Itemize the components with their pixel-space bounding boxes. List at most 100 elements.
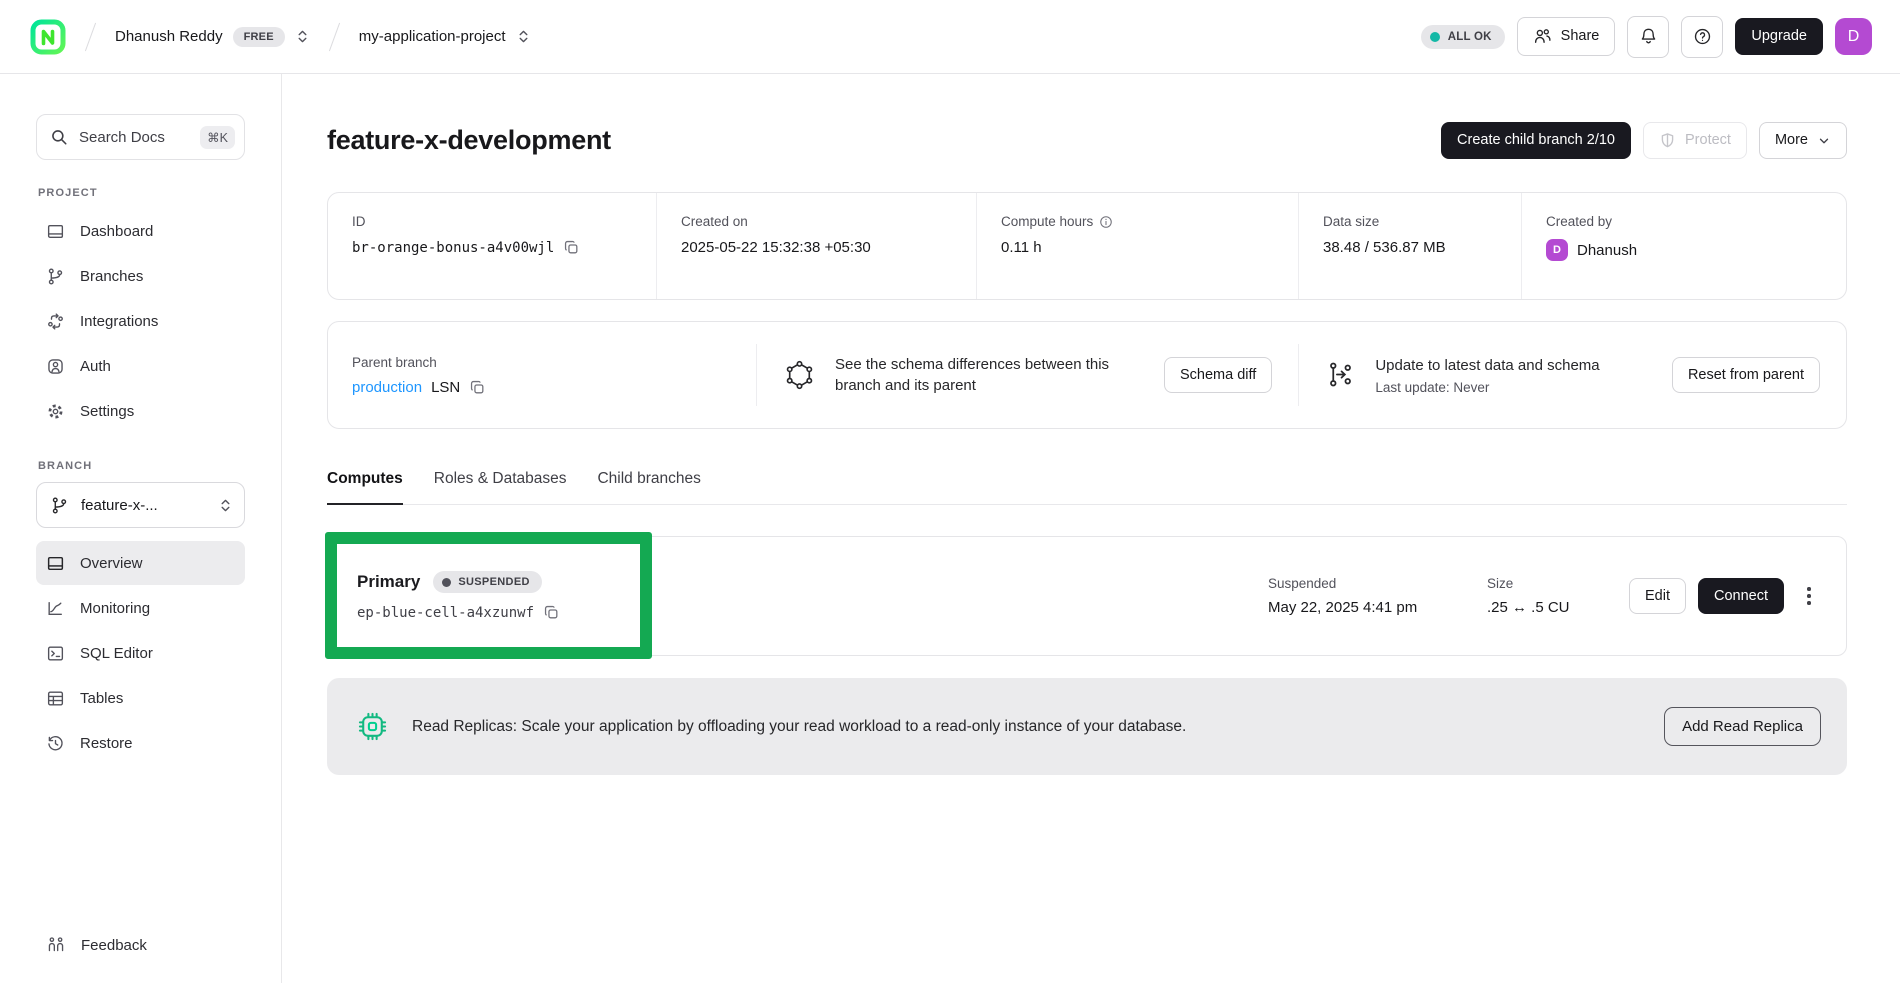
tab-computes[interactable]: Computes — [327, 470, 403, 504]
sidebar-item-auth[interactable]: Auth — [36, 344, 245, 388]
compute-size-block: Size .25 ↔ .5 CU — [1487, 576, 1595, 616]
sidebar-item-label: Auth — [80, 358, 111, 375]
org-switcher[interactable]: Dhanush Reddy FREE — [115, 27, 310, 47]
project-switcher[interactable]: my-application-project — [359, 28, 531, 45]
feedback-icon — [46, 935, 66, 955]
copy-icon[interactable] — [543, 604, 560, 621]
git-branch-icon — [50, 496, 69, 515]
notifications-button[interactable] — [1627, 16, 1669, 58]
schema-icon — [783, 359, 816, 392]
compute-status-badge: SUSPENDED — [433, 571, 541, 593]
chevron-updown-icon — [218, 498, 233, 513]
schema-diff-description: See the schema differences between this … — [835, 354, 1145, 397]
sidebar-item-integrations[interactable]: Integrations — [36, 299, 245, 343]
chevron-updown-icon — [516, 29, 531, 44]
git-branch-icon — [46, 267, 65, 286]
meta-created-on: Created on 2025-05-22 15:32:38 +05:30 — [656, 193, 976, 299]
created-on-label: Created on — [681, 214, 952, 229]
sidebar-item-label: SQL Editor — [80, 645, 153, 662]
user-avatar[interactable]: D — [1835, 18, 1872, 55]
update-icon — [1325, 359, 1356, 390]
edit-button[interactable]: Edit — [1629, 578, 1686, 615]
sidebar-item-overview[interactable]: Overview — [36, 541, 245, 585]
upgrade-button[interactable]: Upgrade — [1735, 18, 1823, 55]
reset-from-parent-button[interactable]: Reset from parent — [1672, 357, 1820, 394]
status-badge[interactable]: ALL OK — [1421, 25, 1505, 49]
sidebar-item-feedback[interactable]: Feedback — [46, 935, 147, 955]
compute-row: Primary SUSPENDED ep-blue-cell-a4xzunwf — [327, 536, 1847, 656]
branch-id-value: br-orange-bonus-a4v00wjl — [352, 240, 554, 256]
sidebar-item-label: Tables — [80, 690, 123, 707]
parent-branch-link[interactable]: production — [352, 379, 422, 396]
data-size-label: Data size — [1323, 214, 1497, 229]
neon-logo[interactable] — [30, 19, 66, 55]
compute-menu-button[interactable] — [1796, 579, 1822, 613]
sidebar-item-restore[interactable]: Restore — [36, 721, 245, 765]
read-replicas-banner: Read Replicas: Scale your application by… — [327, 678, 1847, 775]
lsn-label: LSN — [431, 379, 460, 396]
gear-icon — [46, 402, 65, 421]
created-on-value: 2025-05-22 15:32:38 +05:30 — [681, 239, 952, 256]
feedback-label: Feedback — [81, 937, 147, 954]
sidebar-item-label: Overview — [80, 555, 143, 572]
meta-compute-hours: Compute hours 0.11 h — [976, 193, 1298, 299]
sidebar-item-dashboard[interactable]: Dashboard — [36, 209, 245, 253]
sidebar-item-monitoring[interactable]: Monitoring — [36, 586, 245, 630]
share-button[interactable]: Share — [1517, 17, 1616, 56]
more-button[interactable]: More — [1759, 122, 1847, 159]
create-child-branch-button[interactable]: Create child branch 2/10 — [1441, 122, 1631, 159]
chevron-updown-icon — [295, 29, 310, 44]
add-read-replica-button[interactable]: Add Read Replica — [1664, 707, 1821, 746]
breadcrumb-separator — [85, 22, 96, 51]
created-by-label: Created by — [1546, 214, 1822, 229]
compute-name: Primary — [357, 572, 420, 592]
compute-suspended-block: Suspended May 22, 2025 4:41 pm — [1268, 576, 1453, 616]
search-shortcut: ⌘K — [200, 126, 235, 149]
bell-icon — [1639, 27, 1658, 46]
breadcrumb: Dhanush Reddy FREE my-application-projec… — [30, 19, 531, 55]
sidebar-item-label: Monitoring — [80, 600, 150, 617]
breadcrumb-separator — [329, 22, 340, 51]
status-dot-icon — [442, 578, 451, 587]
sidebar-item-label: Restore — [80, 735, 133, 752]
monitoring-icon — [46, 599, 65, 618]
data-size-value: 38.48 / 536.87 MB — [1323, 239, 1497, 256]
connect-button[interactable]: Connect — [1698, 578, 1784, 615]
sidebar-item-tables[interactable]: Tables — [36, 676, 245, 720]
read-replicas-description: Read Replicas: Scale your application by… — [412, 718, 1186, 736]
search-label: Search Docs — [79, 129, 165, 146]
schema-diff-button[interactable]: Schema diff — [1164, 357, 1272, 394]
info-icon[interactable] — [1099, 215, 1113, 229]
parent-branch-card: Parent branch production LSN See the sch… — [327, 321, 1847, 429]
meta-data-size: Data size 38.48 / 536.87 MB — [1298, 193, 1521, 299]
sidebar: Search Docs ⌘K PROJECT Dashboard Branche… — [0, 74, 282, 983]
meta-created-by: Created by D Dhanush — [1521, 193, 1846, 299]
overview-icon — [46, 554, 65, 573]
copy-icon[interactable] — [469, 379, 486, 396]
sidebar-item-sql-editor[interactable]: SQL Editor — [36, 631, 245, 675]
parent-branch-block: Parent branch production LSN — [328, 355, 756, 396]
branch-selector[interactable]: feature-x-... — [36, 482, 245, 528]
protect-label: Protect — [1685, 132, 1731, 149]
parent-branch-label: Parent branch — [352, 355, 732, 370]
protect-button[interactable]: Protect — [1643, 122, 1747, 159]
tab-roles-databases[interactable]: Roles & Databases — [434, 470, 567, 504]
restore-icon — [46, 734, 65, 753]
id-label: ID — [352, 214, 632, 229]
branch-meta-card: ID br-orange-bonus-a4v00wjl Created on 2… — [327, 192, 1847, 300]
search-docs-input[interactable]: Search Docs ⌘K — [36, 114, 245, 160]
sidebar-item-label: Settings — [80, 403, 134, 420]
suspended-label: Suspended — [1268, 576, 1453, 591]
suspended-value: May 22, 2025 4:41 pm — [1268, 599, 1453, 616]
copy-icon[interactable] — [563, 239, 580, 256]
compute-endpoint: ep-blue-cell-a4xzunwf — [357, 605, 534, 621]
share-icon — [1533, 27, 1552, 46]
tab-child-branches[interactable]: Child branches — [597, 470, 700, 504]
search-icon — [50, 128, 68, 146]
sidebar-item-settings[interactable]: Settings — [36, 389, 245, 433]
help-button[interactable] — [1681, 16, 1723, 58]
status-label: ALL OK — [1448, 31, 1492, 43]
sidebar-item-branches[interactable]: Branches — [36, 254, 245, 298]
chip-icon — [356, 710, 389, 743]
top-header: Dhanush Reddy FREE my-application-projec… — [0, 0, 1900, 74]
